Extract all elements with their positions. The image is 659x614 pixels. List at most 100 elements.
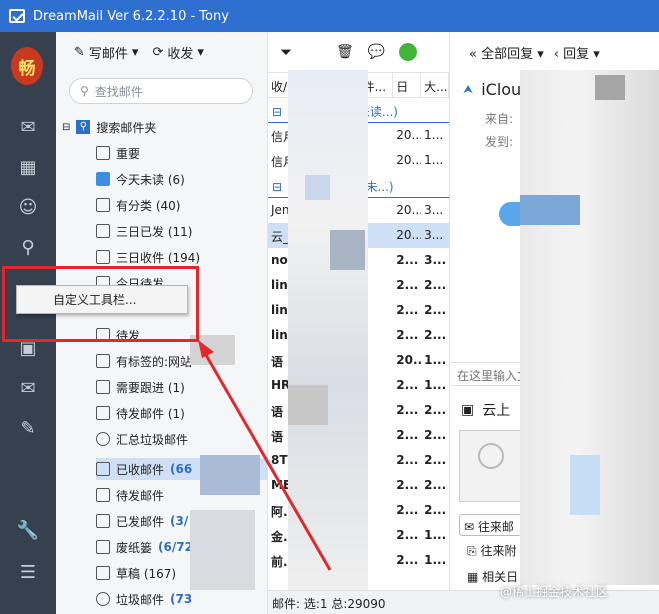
reply-button[interactable]: ‹ 回复 ▾ [554,43,600,62]
inbox-icon [96,250,110,264]
cell-date: 20... [396,128,422,142]
pixelated-block [330,230,365,270]
cell-size: 2... [424,278,447,292]
chat-icon[interactable]: 💬 [368,44,385,60]
search-icon: ⚲ [80,84,89,98]
cell-date: 2... [396,403,419,417]
avatar[interactable]: 畅 [11,47,43,85]
cell-date: 2... [396,528,419,542]
delete-icon[interactable]: 🗑 [336,44,354,60]
cell-date: 2... [396,428,419,442]
search-folders-root[interactable]: ⊟ ⚲ 搜索邮件夹 [62,116,156,138]
related-mail-button[interactable]: ✉ 往来邮 [459,514,525,536]
contact-name: 云上 [482,403,511,419]
tree-item[interactable]: 三日收件 (194) [96,246,200,268]
app-logo-icon [9,9,25,23]
to-label: 发到: [485,135,514,149]
cell-size: 1... [424,153,444,167]
col-date[interactable]: 日 [393,73,422,97]
title-bar: DreamMail Ver 6.2.2.10 - Tony [0,0,659,32]
tree-item[interactable]: 重要 [96,142,140,164]
junk-icon [96,592,110,606]
wrench-icon[interactable]: 🔧 [15,520,41,542]
reply-all-button[interactable]: « 全部回复 ▾ [469,43,544,62]
send-receive-button[interactable]: ⟳ 收发 ▾ [148,40,207,65]
tree-item[interactable]: 有分类 (40) [96,194,180,216]
action-label: 相关日 [482,570,519,584]
tree-item[interactable]: 今天未读 (6) [96,168,185,190]
send-mail-icon[interactable]: ✉ [15,378,41,400]
calendar-icon[interactable]: ▦ [15,157,41,179]
reply-icon: ‹ [553,46,559,62]
chevron-down-icon[interactable]: ▾ [132,45,139,60]
status-text: 邮件: 选:1 总:29090 [272,597,386,611]
cell-date: 20... [396,153,422,167]
action-label: 往来附 [480,544,517,558]
compose-label: 写邮件 [88,46,128,62]
watermark: @稀土掘金技术社区 [500,585,609,599]
tree-item-label: 重要 [116,146,141,161]
mail-icon[interactable]: ✉ [15,117,41,139]
menu-icon[interactable]: ☰ [15,562,41,584]
tree-item-label: 已收邮件 [116,462,165,477]
cell-size: 1... [424,353,447,367]
tree-item-label: 待发邮件 [116,488,165,503]
folder-toolbar: ✎ 写邮件 ▾ ⟳ 收发 ▾ [56,32,267,72]
tree-item[interactable]: 三日已发 (11) [96,220,192,242]
tree-item-label: 有标签的:网站 [116,354,193,369]
contacts-icon[interactable]: ☺ [15,197,41,219]
filter-icon[interactable]: ⏷ [280,43,292,61]
tree-item-label: 需要跟进 (1) [116,380,185,395]
tree-item[interactable]: 废纸篓 (6/72 [96,536,193,558]
window-title: DreamMail Ver 6.2.2.10 - Tony [33,8,229,24]
contact-avatar [459,430,523,502]
refresh-icon: ⟳ [152,44,164,60]
tree-root-label: 搜索邮件夹 [96,120,157,135]
tree-item[interactable]: 待发邮件 (1) [96,402,185,424]
mail-icon [96,172,110,186]
reply-all-label: 全部回复 [481,46,534,62]
pixelated-block [570,455,600,515]
mail-icon: ✉ [464,520,475,534]
tree-item[interactable]: 已发邮件 (3/ [96,510,188,532]
compose-button[interactable]: ✎ 写邮件 ▾ [70,40,142,65]
edit-icon[interactable]: ✎ [15,418,41,440]
grid-icon [96,380,110,394]
cell-size: 3... [424,203,444,217]
paperclip-icon: ⎘ [467,544,477,558]
cell-date: 2... [396,453,419,467]
tree-item-label: 废纸篓 [116,540,153,555]
chevron-down-icon[interactable]: ▾ [197,45,204,60]
sent-icon [96,514,110,528]
highlight-box [2,266,199,342]
cell-date: 2... [396,328,419,342]
tree-item-label: 三日收件 (194) [116,250,201,265]
cell-date: 20... [396,353,421,367]
cell-size: 2... [424,328,447,342]
cell-size: 1... [424,378,447,392]
reply-label: 回复 [563,46,590,62]
col-size[interactable]: 大... [421,73,450,97]
collapse-icon[interactable]: ⊟ [62,122,70,133]
tree-item[interactable]: 需要跟进 (1) [96,376,185,398]
tree-item[interactable]: 垃圾邮件 (73 [96,588,192,610]
contact-card-icon: ▣ [461,402,475,418]
cell-size: 2... [424,478,447,492]
sync-status-icon[interactable] [399,43,418,61]
tree-item[interactable]: 汇总垃圾邮件 [96,428,188,450]
tree-item-label: 三日已发 (11) [116,224,193,239]
cell-date: 2... [396,303,419,317]
tree-item[interactable]: 有标签的:网站 [96,350,192,372]
cell-size: 1... [424,528,447,542]
tree-item[interactable]: 待发邮件 [96,484,164,506]
tree-item-label: 垃圾邮件 [116,592,165,607]
cell-date: 20... [396,228,422,242]
cell-size: 2... [424,428,447,442]
cell-date: 20... [396,203,422,217]
search-input[interactable]: ⚲ 查找邮件 [69,78,253,104]
related-attachments-button[interactable]: ⎘ 往来附 [467,542,516,559]
tree-item[interactable]: 草稿 (167) [96,562,176,584]
search-icon[interactable]: ⚲ [15,237,41,259]
outbox-icon [96,488,110,502]
collapse-up-icon[interactable]: ⮝ [463,82,473,97]
